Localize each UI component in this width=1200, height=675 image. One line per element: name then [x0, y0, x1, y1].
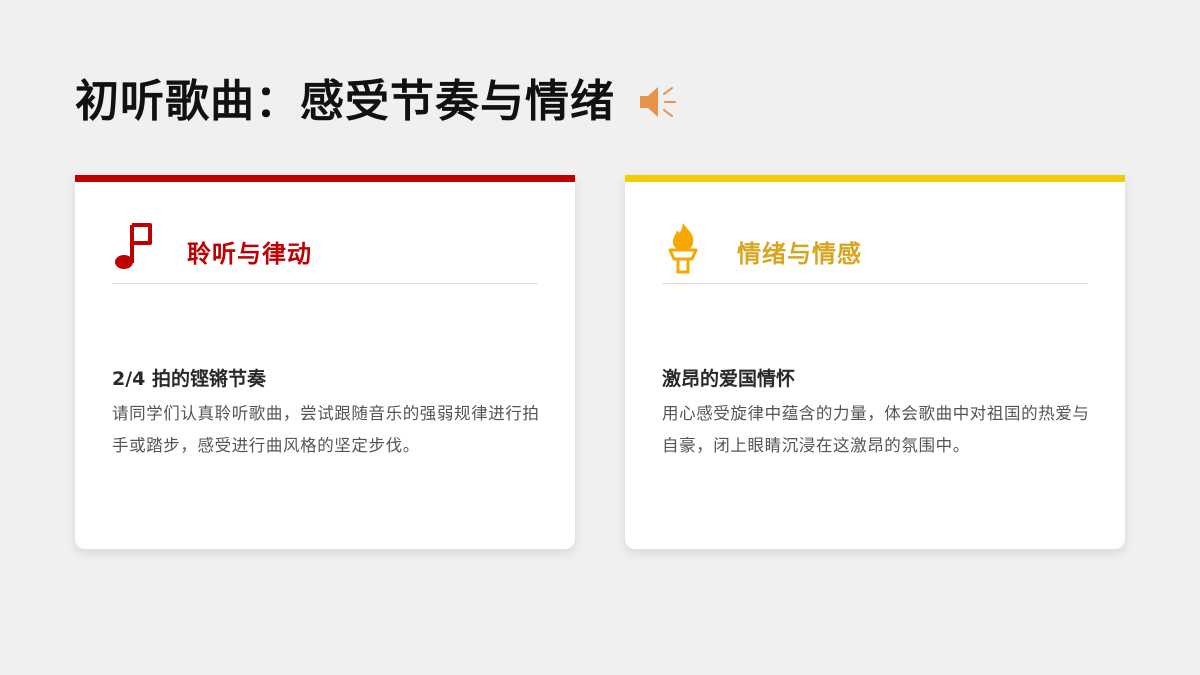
page-title-text: 初听歌曲：感受节奏与情绪: [75, 76, 615, 127]
music-note-icon: [112, 219, 154, 275]
card-subtitle: 2/4 拍的铿锵节奏: [112, 368, 266, 390]
card-body-text: 请同学们认真聆听歌曲，尝试跟随音乐的强弱规律进行拍手或踏步，感受进行曲风格的坚定…: [112, 404, 540, 455]
card-title: 聆听与律动: [187, 240, 312, 268]
card-header: 情绪与情感: [662, 219, 1088, 284]
card-emotion: 情绪与情感 激昂的爱国情怀 用心感受旋律中蕴含的力量，体会歌曲中对祖国的热爱与自…: [625, 175, 1125, 549]
card-title: 情绪与情感: [737, 240, 862, 268]
card-listening: 聆听与律动 2/4 拍的铿锵节奏 请同学们认真聆听歌曲，尝试跟随音乐的强弱规律进…: [75, 175, 575, 549]
card-subtitle: 激昂的爱国情怀: [662, 368, 796, 390]
speaker-icon: [637, 81, 679, 123]
page-title: 初听歌曲：感受节奏与情绪: [75, 72, 679, 132]
card-body-text: 用心感受旋律中蕴含的力量，体会歌曲中对祖国的热爱与自豪，闭上眼睛沉浸在这激昂的氛…: [662, 404, 1090, 455]
torch-icon: [662, 219, 704, 275]
card-header: 聆听与律动: [112, 219, 538, 284]
